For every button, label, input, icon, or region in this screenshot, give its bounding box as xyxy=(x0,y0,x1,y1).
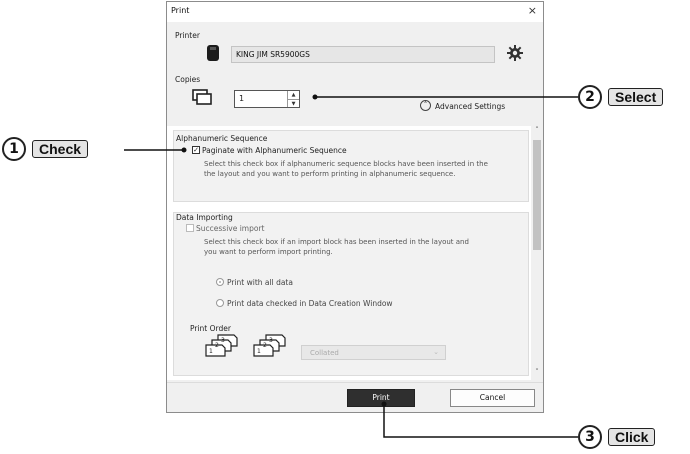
callout-number: 2 xyxy=(578,85,602,109)
callout-click: 3 Click xyxy=(578,425,684,449)
callout-number: 3 xyxy=(578,425,602,449)
callout-number: 1 xyxy=(2,137,26,161)
callout-label: Click xyxy=(608,428,656,446)
callout-select: 2 Select xyxy=(578,85,688,109)
callout-check: 1 Check xyxy=(2,137,124,161)
callout-label: Select xyxy=(608,88,664,106)
callout-connectors xyxy=(124,94,578,438)
callout-label: Check xyxy=(32,140,89,158)
